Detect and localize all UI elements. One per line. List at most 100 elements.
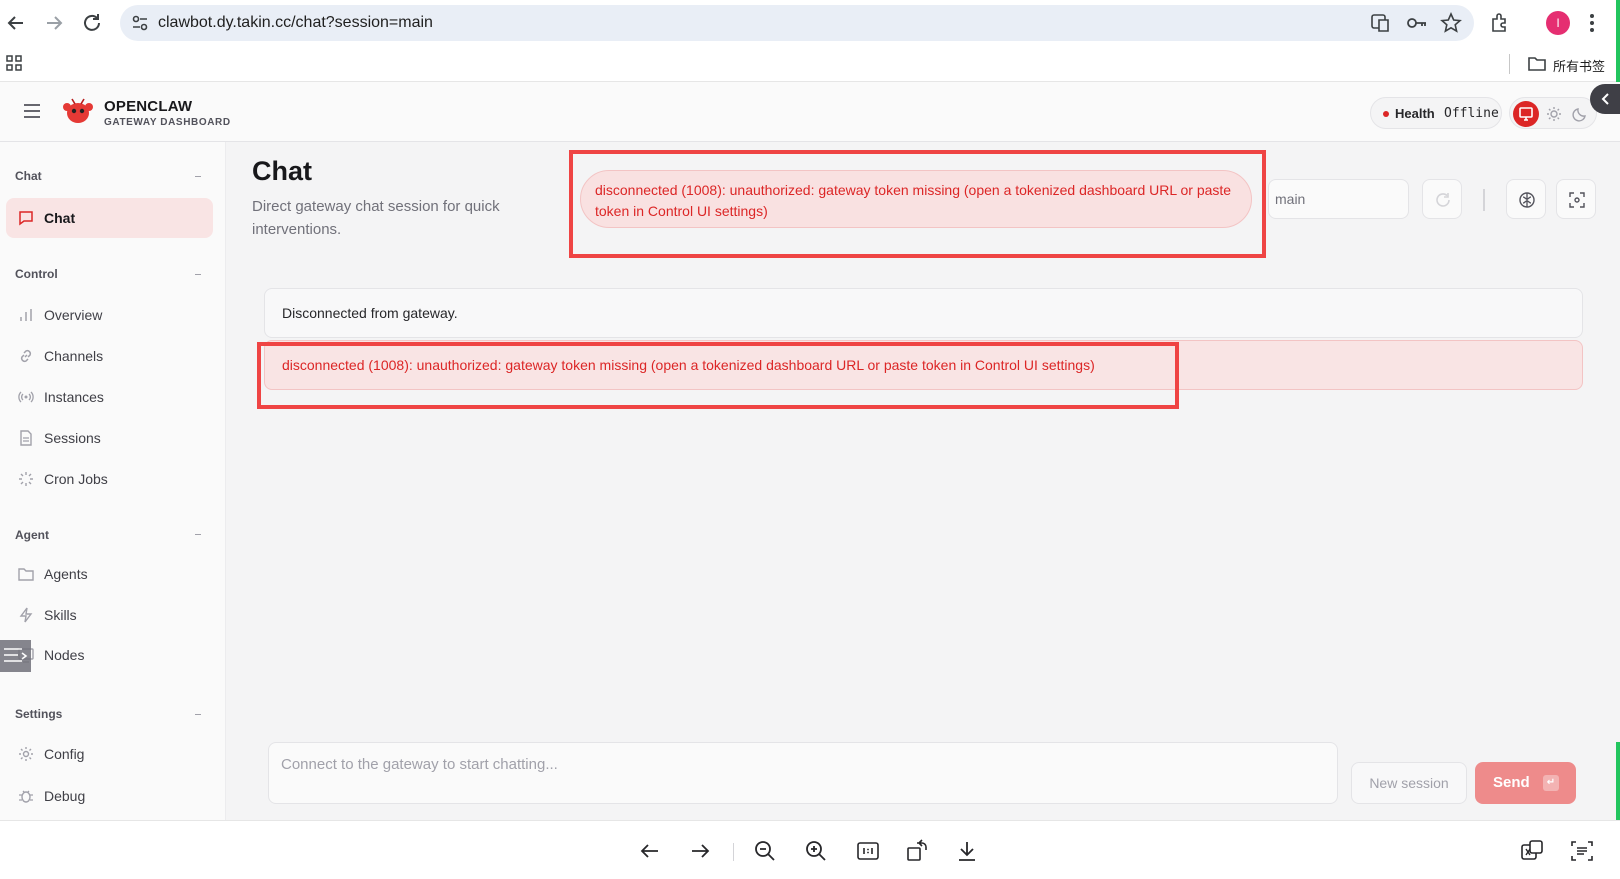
sidebar-item-chat[interactable]: Chat	[6, 198, 213, 238]
app-header: OPENCLAW GATEWAY DASHBOARD Health Offlin…	[0, 82, 1620, 142]
browser-toolbar: clawbot.dy.takin.cc/chat?session=main I	[0, 0, 1620, 46]
session-select[interactable]: main	[1268, 179, 1409, 219]
side-panel-collapse-button[interactable]	[1590, 84, 1620, 114]
collapse-dash-icon[interactable]	[195, 534, 201, 535]
window-edge-indicator	[1616, 0, 1620, 82]
address-bar[interactable]: clawbot.dy.takin.cc/chat?session=main	[120, 5, 1474, 41]
sidebar-item-overview[interactable]: Overview	[6, 295, 213, 335]
sidebar: Chat Chat Control Overview Channels Inst…	[0, 142, 226, 820]
bar-chart-icon	[20, 309, 32, 321]
health-value: Offline	[1444, 106, 1499, 121]
chat-bubble-icon	[19, 211, 33, 226]
bug-icon	[19, 790, 33, 803]
all-bookmarks-link[interactable]: 所有书签	[1553, 56, 1605, 75]
sidebar-item-label: Instances	[44, 389, 104, 405]
download-icon[interactable]	[955, 839, 979, 863]
sidebar-item-config[interactable]: Config	[6, 734, 213, 774]
translate-icon[interactable]	[1370, 12, 1392, 34]
sidebar-item-label: Channels	[44, 348, 104, 364]
chat-message-info: Disconnected from gateway.	[264, 288, 1583, 338]
thinking-toggle-button[interactable]	[1506, 179, 1546, 219]
zoom-out-icon[interactable]	[753, 839, 777, 863]
text-extract-icon[interactable]	[1570, 839, 1594, 863]
collapse-dash-icon[interactable]	[195, 176, 201, 177]
more-menu-icon[interactable]	[1580, 11, 1604, 35]
send-button[interactable]: Send ↵	[1475, 762, 1576, 804]
bookmarks-divider	[1509, 54, 1510, 74]
sidebar-section-settings[interactable]: Settings	[15, 707, 62, 721]
page-title: Chat	[252, 156, 312, 186]
sidebar-item-debug[interactable]: Debug	[6, 776, 213, 816]
list-indent-icon	[4, 648, 28, 662]
key-icon[interactable]	[1406, 12, 1428, 34]
image-viewer-toolbar	[0, 820, 1620, 879]
next-arrow-icon[interactable]	[688, 839, 712, 863]
previous-arrow-icon[interactable]	[638, 839, 662, 863]
sidebar-item-label: Cron Jobs	[44, 471, 108, 487]
sun-icon	[1547, 107, 1561, 121]
actual-size-icon[interactable]	[856, 839, 880, 863]
collapse-dash-icon[interactable]	[195, 274, 201, 275]
sidebar-item-sessions[interactable]: Sessions	[6, 418, 213, 458]
viewer-divider	[733, 843, 734, 861]
ocr-translate-icon[interactable]	[1520, 839, 1544, 863]
sidebar-item-label: Sessions	[44, 430, 101, 446]
collapse-dash-icon[interactable]	[195, 714, 201, 715]
site-settings-icon[interactable]	[130, 13, 150, 33]
sidebar-item-nodes[interactable]: Nodes	[6, 635, 213, 675]
brain-icon	[1519, 192, 1535, 208]
sidebar-item-skills[interactable]: Skills	[6, 595, 213, 635]
brand-subtitle: GATEWAY DASHBOARD	[104, 117, 231, 128]
status-dot-icon	[1383, 111, 1389, 117]
sidebar-section-control[interactable]: Control	[15, 267, 58, 281]
gear-icon	[19, 747, 33, 761]
window-edge-indicator-bottom	[1616, 742, 1620, 820]
sidebar-item-label: Overview	[44, 307, 103, 323]
sidebar-item-instances[interactable]: Instances	[6, 377, 213, 417]
brand-name: OPENCLAW	[104, 98, 193, 115]
theme-toggle-group	[1509, 97, 1597, 129]
sidebar-item-label: Debug	[44, 788, 86, 804]
sidebar-item-label: Agents	[44, 566, 88, 582]
theme-system-button[interactable]	[1513, 101, 1539, 127]
message-input[interactable]: Connect to the gateway to start chatting…	[268, 742, 1338, 804]
new-session-button[interactable]: New session	[1351, 762, 1467, 804]
page-subtitle: Direct gateway chat session for quick in…	[252, 198, 500, 238]
rotate-icon[interactable]	[905, 839, 929, 863]
sidebar-item-agents[interactable]: Agents	[6, 554, 213, 594]
forward-icon[interactable]	[42, 11, 66, 35]
toolbar-divider	[1483, 189, 1485, 211]
spinner-icon	[19, 472, 33, 486]
menu-icon[interactable]	[22, 102, 42, 120]
folder-icon[interactable]	[1527, 55, 1547, 73]
extensions-icon[interactable]	[1488, 11, 1512, 35]
refresh-icon	[1436, 193, 1450, 207]
sidebar-section-chat[interactable]: Chat	[15, 169, 42, 183]
url-text[interactable]: clawbot.dy.takin.cc/chat?session=main	[158, 14, 433, 32]
zoom-in-icon[interactable]	[804, 839, 828, 863]
back-icon[interactable]	[4, 11, 28, 35]
health-label: Health	[1395, 106, 1435, 121]
floating-toolbar-handle[interactable]	[0, 640, 31, 672]
send-label: Send	[1493, 774, 1530, 791]
focus-mode-button[interactable]	[1556, 179, 1596, 219]
openclaw-logo	[63, 98, 93, 123]
sidebar-item-label: Skills	[44, 607, 77, 623]
message-input-placeholder: Connect to the gateway to start chatting…	[281, 756, 558, 773]
annotation-highlight-box	[569, 150, 1266, 258]
reload-icon[interactable]	[80, 11, 104, 35]
sidebar-item-label: Chat	[44, 210, 76, 226]
lightning-icon	[19, 607, 33, 623]
session-select-value: main	[1275, 191, 1306, 207]
star-icon[interactable]	[1440, 12, 1462, 34]
theme-light-button[interactable]	[1541, 101, 1567, 127]
document-icon	[20, 430, 32, 446]
sidebar-item-channels[interactable]: Channels	[6, 336, 213, 376]
sidebar-item-label: Nodes	[44, 647, 85, 663]
annotation-highlight-box	[257, 342, 1179, 409]
refresh-button[interactable]	[1422, 179, 1462, 219]
apps-grid-icon[interactable]	[6, 55, 22, 71]
sidebar-section-agent[interactable]: Agent	[15, 528, 49, 542]
sidebar-item-cron-jobs[interactable]: Cron Jobs	[6, 459, 213, 499]
profile-avatar[interactable]: I	[1546, 11, 1570, 35]
